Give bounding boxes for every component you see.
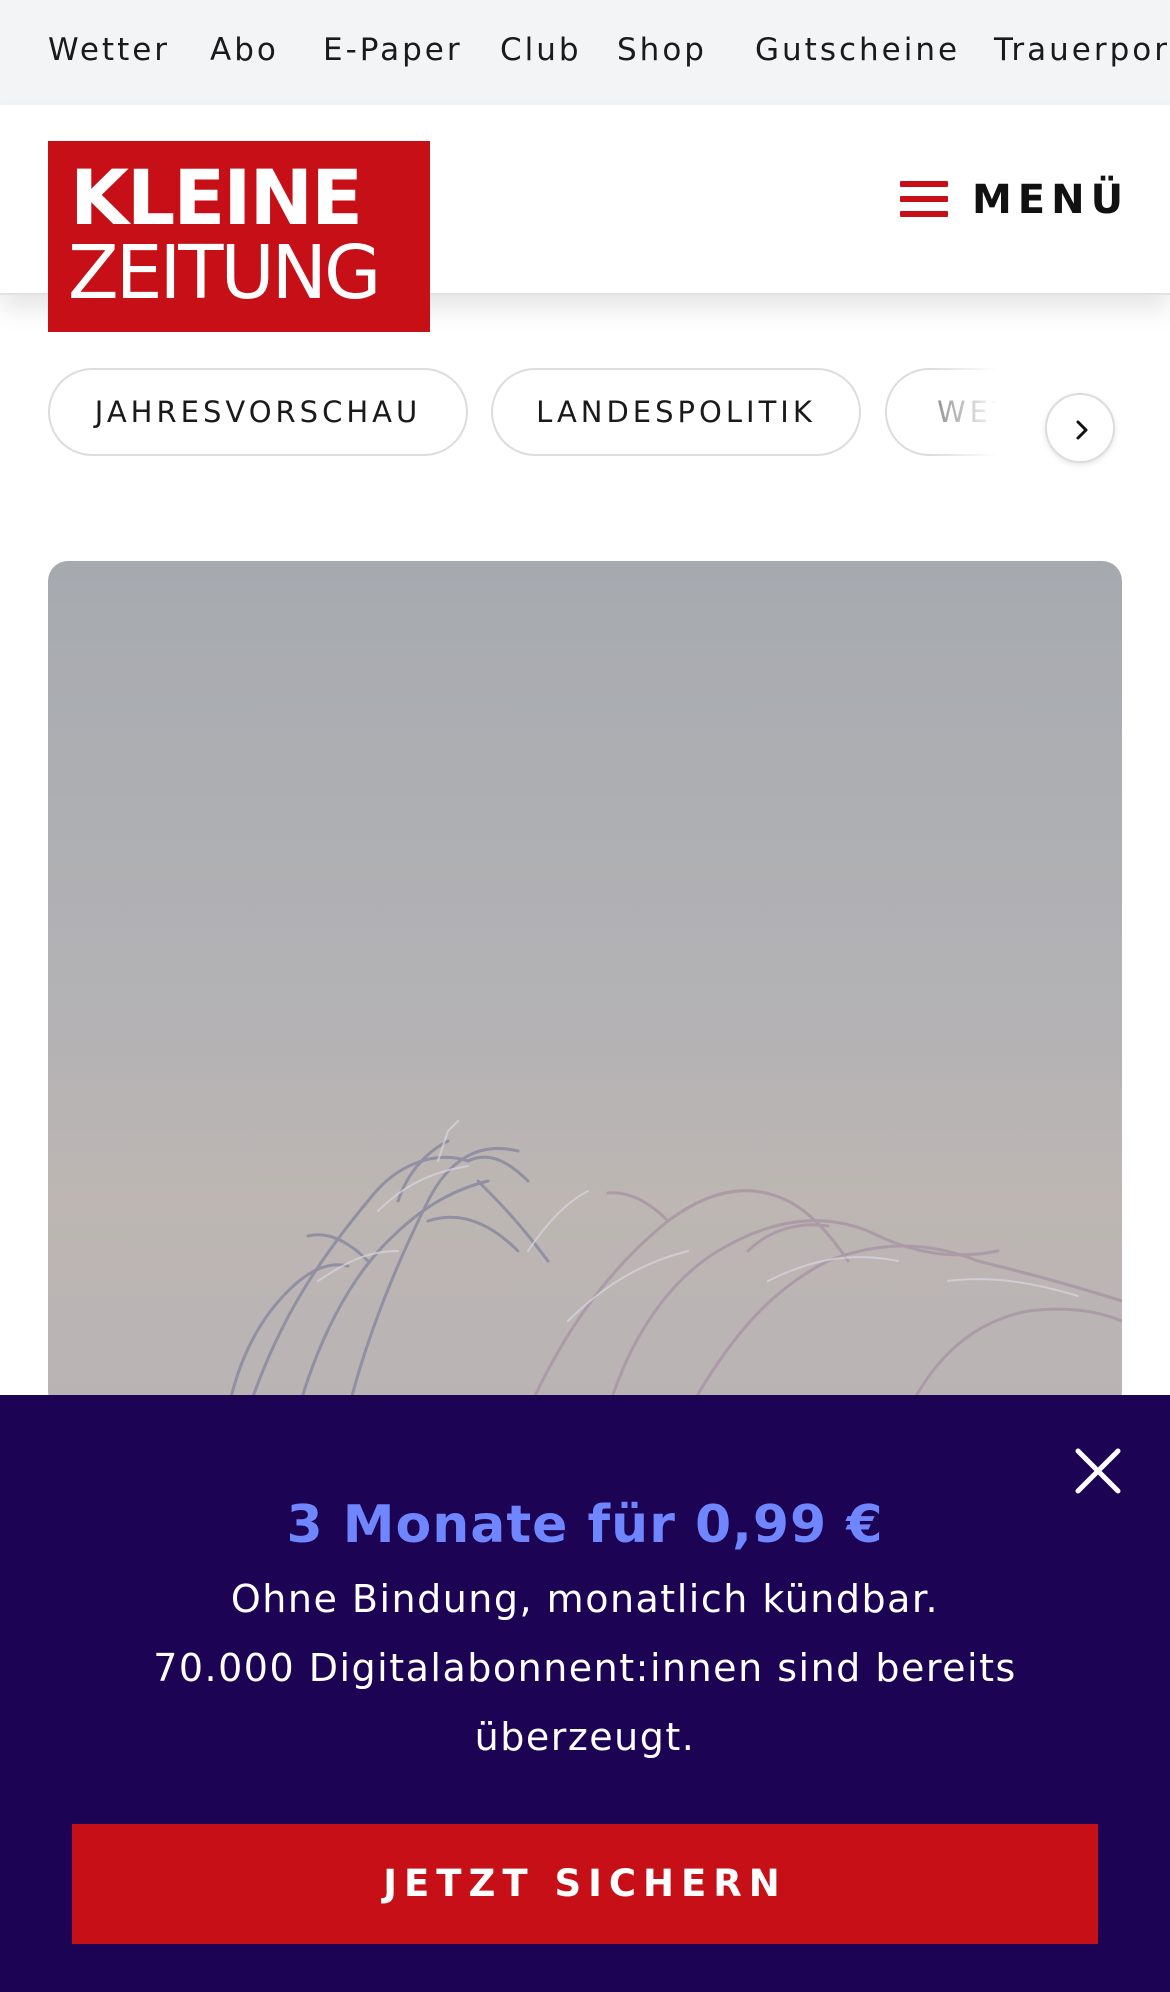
nav-link-shop[interactable]: Shop bbox=[617, 30, 707, 70]
subscription-promo-banner: 3 Monate für 0,99 € Ohne Bindung, monatl… bbox=[0, 1395, 1170, 1992]
hero-image[interactable] bbox=[48, 561, 1122, 1411]
utility-nav: Wetter Abo E-Paper Club Shop Gutscheine … bbox=[0, 0, 1170, 105]
nav-link-wetter[interactable]: Wetter bbox=[48, 30, 170, 70]
promo-title: 3 Monate für 0,99 € bbox=[286, 1495, 884, 1555]
logo-text-zeitung: ZEITUNG bbox=[68, 230, 381, 316]
topic-chip-bar: JAHRESVORSCHAU LANDESPOLITIK WETTER bbox=[0, 360, 1170, 470]
menu-button[interactable]: MENÜ bbox=[896, 165, 1126, 235]
chevron-right-icon bbox=[1076, 420, 1088, 440]
close-icon bbox=[1075, 1448, 1121, 1494]
frosted-branches-illustration bbox=[226, 1120, 1122, 1411]
chip-jahresvorschau[interactable]: JAHRESVORSCHAU bbox=[48, 368, 468, 456]
promo-text-line-2: 70.000 Digitalabonnent:innen sind bereit… bbox=[153, 1646, 1017, 1759]
promo-close-button[interactable] bbox=[1072, 1445, 1124, 1497]
chip-scroll-next-button[interactable] bbox=[1045, 393, 1115, 463]
menu-label: MENÜ bbox=[972, 177, 1130, 223]
hamburger-icon bbox=[900, 181, 948, 219]
promo-description: Ohne Bindung, monatlich kündbar. 70.000 … bbox=[130, 1565, 1040, 1772]
nav-link-epaper[interactable]: E-Paper bbox=[323, 30, 463, 70]
site-header: KLEINE ZEITUNG MENÜ bbox=[0, 105, 1170, 332]
nav-link-trauerportal[interactable]: Trauerportal bbox=[994, 30, 1170, 70]
promo-text-line-1: Ohne Bindung, monatlich kündbar. bbox=[230, 1577, 940, 1621]
nav-link-club[interactable]: Club bbox=[500, 30, 582, 70]
chip-landespolitik[interactable]: LANDESPOLITIK bbox=[491, 368, 861, 456]
nav-link-gutscheine[interactable]: Gutscheine bbox=[755, 30, 960, 70]
jetzt-sichern-button[interactable]: JETZT SICHERN bbox=[72, 1824, 1098, 1944]
kleine-zeitung-logo[interactable]: KLEINE ZEITUNG bbox=[48, 141, 430, 332]
nav-link-abo[interactable]: Abo bbox=[210, 30, 279, 70]
